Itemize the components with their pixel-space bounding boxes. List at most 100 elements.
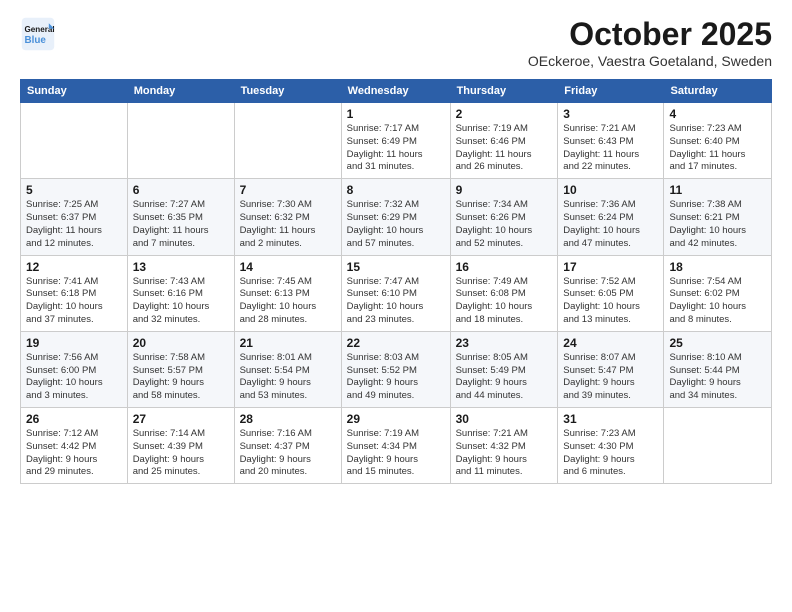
calendar-header-row: SundayMondayTuesdayWednesdayThursdayFrid…	[21, 80, 772, 103]
cell-info: Sunrise: 7:45 AM Sunset: 6:13 PM Dayligh…	[240, 276, 336, 327]
calendar-header-wednesday: Wednesday	[341, 80, 450, 103]
calendar-header-friday: Friday	[558, 80, 664, 103]
calendar-header-monday: Monday	[127, 80, 234, 103]
calendar-cell: 25 Sunrise: 8:10 AM Sunset: 5:44 PM Dayli…	[664, 331, 772, 407]
calendar-cell: 7 Sunrise: 7:30 AM Sunset: 6:32 PM Daylig…	[234, 179, 341, 255]
cell-day-number: 7	[240, 183, 336, 197]
calendar-cell: 15 Sunrise: 7:47 AM Sunset: 6:10 PM Dayli…	[341, 255, 450, 331]
cell-info: Sunrise: 7:58 AM Sunset: 5:57 PM Dayligh…	[133, 352, 229, 403]
cell-day-number: 15	[347, 260, 445, 274]
cell-info: Sunrise: 7:17 AM Sunset: 6:49 PM Dayligh…	[347, 123, 445, 174]
cell-info: Sunrise: 7:47 AM Sunset: 6:10 PM Dayligh…	[347, 276, 445, 327]
cell-info: Sunrise: 7:52 AM Sunset: 6:05 PM Dayligh…	[563, 276, 658, 327]
cell-info: Sunrise: 7:36 AM Sunset: 6:24 PM Dayligh…	[563, 199, 658, 250]
cell-day-number: 25	[669, 336, 766, 350]
logo: General Blue	[20, 16, 56, 52]
page: General Blue October 2025 OEckeroe, Vaes…	[0, 0, 792, 612]
calendar-cell	[127, 103, 234, 179]
location: OEckeroe, Vaestra Goetaland, Sweden	[528, 53, 772, 69]
calendar-header-thursday: Thursday	[450, 80, 558, 103]
cell-info: Sunrise: 7:43 AM Sunset: 6:16 PM Dayligh…	[133, 276, 229, 327]
cell-day-number: 16	[456, 260, 553, 274]
calendar-cell: 17 Sunrise: 7:52 AM Sunset: 6:05 PM Dayli…	[558, 255, 664, 331]
calendar-cell: 5 Sunrise: 7:25 AM Sunset: 6:37 PM Daylig…	[21, 179, 128, 255]
cell-info: Sunrise: 8:03 AM Sunset: 5:52 PM Dayligh…	[347, 352, 445, 403]
calendar-cell	[664, 408, 772, 484]
calendar-cell: 24Sunrise: 8:07 AM Sunset: 5:47 PM Dayli…	[558, 331, 664, 407]
cell-day-number: 8	[347, 183, 445, 197]
calendar-cell: 8 Sunrise: 7:32 AM Sunset: 6:29 PM Daylig…	[341, 179, 450, 255]
svg-text:Blue: Blue	[25, 35, 47, 46]
calendar-header-saturday: Saturday	[664, 80, 772, 103]
cell-day-number: 19	[26, 336, 122, 350]
cell-day-number: 3	[563, 107, 658, 121]
calendar-cell: 19 Sunrise: 7:56 AM Sunset: 6:00 PM Dayli…	[21, 331, 128, 407]
cell-info: Sunrise: 7:32 AM Sunset: 6:29 PM Dayligh…	[347, 199, 445, 250]
cell-day-number: 17	[563, 260, 658, 274]
cell-info: Sunrise: 7:19 AM Sunset: 6:46 PM Dayligh…	[456, 123, 553, 174]
cell-day-number: 14	[240, 260, 336, 274]
cell-info: Sunrise: 7:41 AM Sunset: 6:18 PM Dayligh…	[26, 276, 122, 327]
cell-day-number: 6	[133, 183, 229, 197]
cell-day-number: 2	[456, 107, 553, 121]
calendar-cell: 18 Sunrise: 7:54 AM Sunset: 6:02 PM Dayli…	[664, 255, 772, 331]
calendar-header-sunday: Sunday	[21, 80, 128, 103]
cell-day-number: 24	[563, 336, 658, 350]
cell-day-number: 12	[26, 260, 122, 274]
cell-day-number: 27	[133, 412, 229, 426]
cell-info: Sunrise: 7:19 AM Sunset: 4:34 PM Dayligh…	[347, 428, 445, 479]
cell-day-number: 10	[563, 183, 658, 197]
calendar-cell: 13 Sunrise: 7:43 AM Sunset: 6:16 PM Dayli…	[127, 255, 234, 331]
month-title: October 2025	[528, 16, 772, 53]
cell-day-number: 18	[669, 260, 766, 274]
cell-day-number: 5	[26, 183, 122, 197]
cell-info: Sunrise: 7:54 AM Sunset: 6:02 PM Dayligh…	[669, 276, 766, 327]
cell-day-number: 9	[456, 183, 553, 197]
calendar-cell: 31Sunrise: 7:23 AM Sunset: 4:30 PM Dayli…	[558, 408, 664, 484]
calendar-cell: 22 Sunrise: 8:03 AM Sunset: 5:52 PM Dayli…	[341, 331, 450, 407]
cell-day-number: 1	[347, 107, 445, 121]
cell-day-number: 22	[347, 336, 445, 350]
calendar-cell: 28 Sunrise: 7:16 AM Sunset: 4:37 PM Dayli…	[234, 408, 341, 484]
cell-info: Sunrise: 7:56 AM Sunset: 6:00 PM Dayligh…	[26, 352, 122, 403]
calendar-cell: 27Sunrise: 7:14 AM Sunset: 4:39 PM Dayli…	[127, 408, 234, 484]
cell-info: Sunrise: 7:25 AM Sunset: 6:37 PM Dayligh…	[26, 199, 122, 250]
cell-day-number: 13	[133, 260, 229, 274]
title-block: October 2025 OEckeroe, Vaestra Goetaland…	[528, 16, 772, 69]
calendar-cell: 20 Sunrise: 7:58 AM Sunset: 5:57 PM Dayli…	[127, 331, 234, 407]
calendar-cell: 9 Sunrise: 7:34 AM Sunset: 6:26 PM Daylig…	[450, 179, 558, 255]
calendar-cell: 21Sunrise: 8:01 AM Sunset: 5:54 PM Dayli…	[234, 331, 341, 407]
cell-info: Sunrise: 7:16 AM Sunset: 4:37 PM Dayligh…	[240, 428, 336, 479]
calendar-cell: 6 Sunrise: 7:27 AM Sunset: 6:35 PM Daylig…	[127, 179, 234, 255]
calendar-cell: 2 Sunrise: 7:19 AM Sunset: 6:46 PM Daylig…	[450, 103, 558, 179]
calendar-header-tuesday: Tuesday	[234, 80, 341, 103]
cell-info: Sunrise: 7:12 AM Sunset: 4:42 PM Dayligh…	[26, 428, 122, 479]
calendar-cell: 26Sunrise: 7:12 AM Sunset: 4:42 PM Dayli…	[21, 408, 128, 484]
calendar-cell	[21, 103, 128, 179]
cell-day-number: 11	[669, 183, 766, 197]
calendar-cell: 23Sunrise: 8:05 AM Sunset: 5:49 PM Dayli…	[450, 331, 558, 407]
calendar-week-5: 26Sunrise: 7:12 AM Sunset: 4:42 PM Dayli…	[21, 408, 772, 484]
calendar-week-3: 12 Sunrise: 7:41 AM Sunset: 6:18 PM Dayli…	[21, 255, 772, 331]
cell-day-number: 28	[240, 412, 336, 426]
cell-day-number: 31	[563, 412, 658, 426]
header: General Blue October 2025 OEckeroe, Vaes…	[20, 16, 772, 69]
calendar-cell: 1 Sunrise: 7:17 AM Sunset: 6:49 PM Daylig…	[341, 103, 450, 179]
cell-day-number: 30	[456, 412, 553, 426]
calendar-week-1: 1 Sunrise: 7:17 AM Sunset: 6:49 PM Daylig…	[21, 103, 772, 179]
cell-info: Sunrise: 7:34 AM Sunset: 6:26 PM Dayligh…	[456, 199, 553, 250]
calendar: SundayMondayTuesdayWednesdayThursdayFrid…	[20, 79, 772, 484]
cell-info: Sunrise: 7:27 AM Sunset: 6:35 PM Dayligh…	[133, 199, 229, 250]
cell-info: Sunrise: 8:01 AM Sunset: 5:54 PM Dayligh…	[240, 352, 336, 403]
cell-info: Sunrise: 7:49 AM Sunset: 6:08 PM Dayligh…	[456, 276, 553, 327]
cell-info: Sunrise: 7:21 AM Sunset: 4:32 PM Dayligh…	[456, 428, 553, 479]
cell-info: Sunrise: 7:30 AM Sunset: 6:32 PM Dayligh…	[240, 199, 336, 250]
calendar-cell: 4Sunrise: 7:23 AM Sunset: 6:40 PM Daylig…	[664, 103, 772, 179]
cell-day-number: 20	[133, 336, 229, 350]
cell-info: Sunrise: 8:10 AM Sunset: 5:44 PM Dayligh…	[669, 352, 766, 403]
calendar-cell	[234, 103, 341, 179]
cell-info: Sunrise: 7:21 AM Sunset: 6:43 PM Dayligh…	[563, 123, 658, 174]
calendar-cell: 16 Sunrise: 7:49 AM Sunset: 6:08 PM Dayli…	[450, 255, 558, 331]
calendar-week-4: 19 Sunrise: 7:56 AM Sunset: 6:00 PM Dayli…	[21, 331, 772, 407]
cell-info: Sunrise: 7:23 AM Sunset: 6:40 PM Dayligh…	[669, 123, 766, 174]
